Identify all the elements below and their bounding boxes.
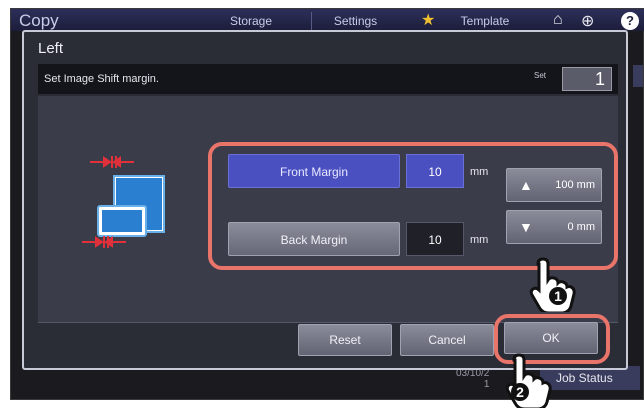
star-icon: ★: [421, 12, 436, 29]
ok-button[interactable]: OK: [504, 322, 598, 354]
app-title: Copy: [19, 11, 59, 30]
pointing-hand-icon: 1: [529, 257, 576, 312]
tab-template[interactable]: Template: [447, 12, 523, 30]
decrease-button[interactable]: ▼ 0 mm: [506, 210, 602, 244]
tab-settings[interactable]: Settings: [311, 12, 399, 30]
pointing-hand-icon: 2: [505, 353, 552, 408]
back-margin-value[interactable]: 10: [406, 222, 464, 256]
step-1-number: 1: [554, 288, 562, 304]
min-limit-label: 0 mm: [567, 221, 596, 233]
back-margin-unit: mm: [470, 234, 489, 246]
help-icon[interactable]: ?: [621, 12, 639, 30]
back-margin-button[interactable]: Back Margin: [228, 222, 400, 256]
up-arrow-icon: ▲: [519, 177, 533, 193]
increase-button[interactable]: ▲ 100 mm: [506, 168, 602, 202]
front-margin-value[interactable]: 10: [406, 154, 464, 188]
date-display: 03/10/2 1: [456, 368, 489, 390]
message-text: Set Image Shift margin.: [44, 73, 159, 85]
max-limit-label: 100 mm: [555, 179, 595, 191]
step-2-number: 2: [516, 384, 524, 400]
tab-storage[interactable]: Storage: [207, 12, 295, 30]
front-margin-button[interactable]: Front Margin: [228, 154, 400, 188]
image-shift-illustration-icon: [82, 156, 165, 248]
date-subtext: 1: [483, 379, 490, 390]
background-side-tab-right: [633, 65, 643, 87]
top-bar: Copy Storage Settings ★ Template ⌂ ⊕ ?: [11, 9, 644, 31]
globe-icon[interactable]: ⊕: [581, 11, 594, 31]
front-margin-unit: mm: [470, 166, 489, 178]
cancel-button[interactable]: Cancel: [400, 324, 494, 356]
message-bar: Set Image Shift margin. Set 1: [38, 64, 618, 94]
dialog-title: Left: [38, 40, 64, 57]
home-icon[interactable]: ⌂: [553, 11, 563, 29]
down-arrow-icon: ▼: [519, 219, 533, 235]
set-value: 1: [562, 67, 612, 91]
set-label: Set: [534, 71, 547, 80]
reset-button[interactable]: Reset: [298, 324, 392, 356]
